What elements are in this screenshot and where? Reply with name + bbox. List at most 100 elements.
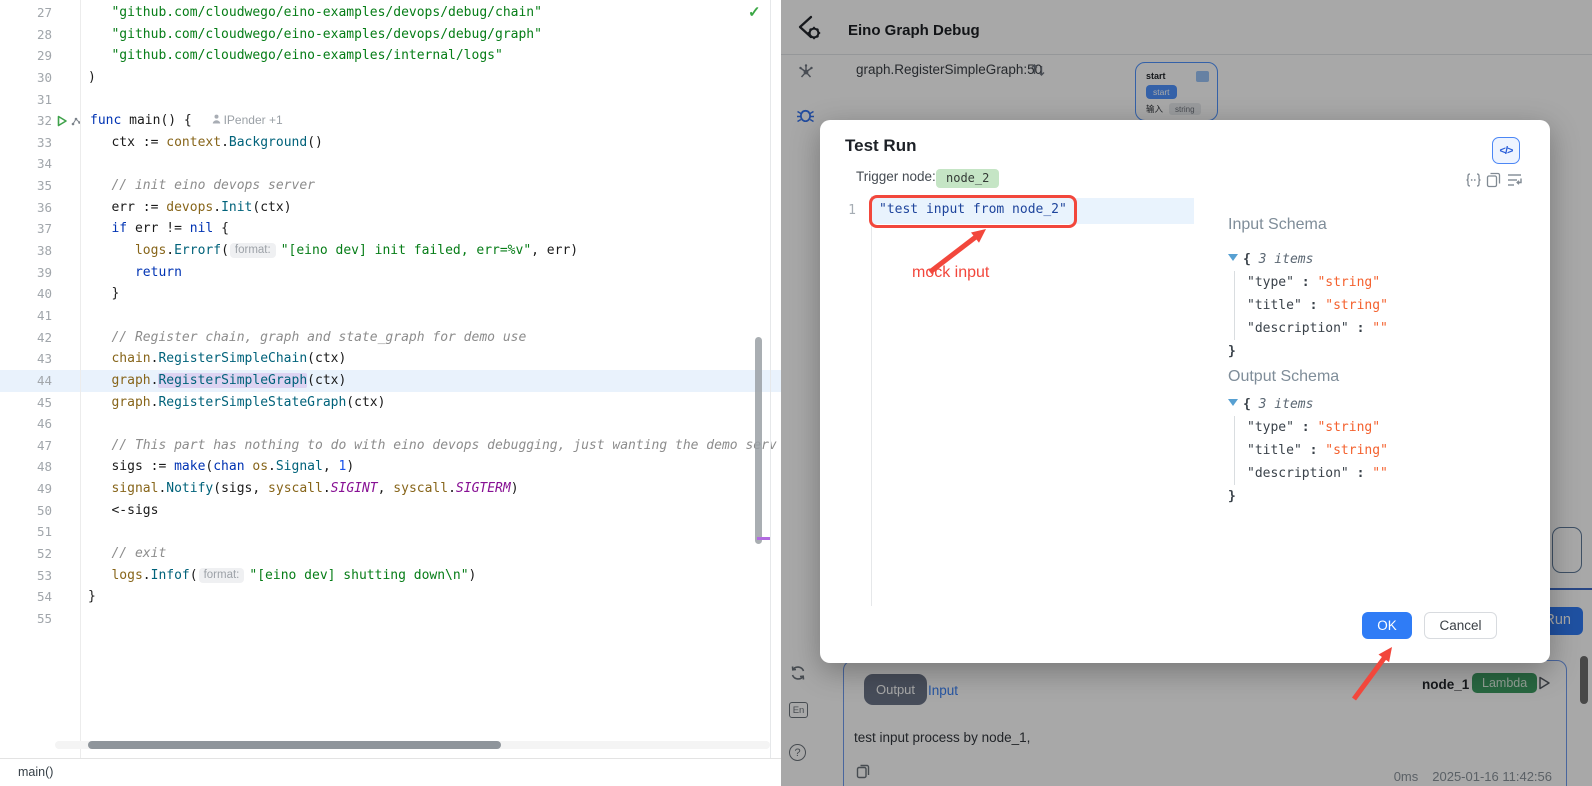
code-line: 52 // exit [0, 543, 781, 565]
line-number: 45 [0, 392, 52, 414]
collapse-arrow-icon[interactable] [1228, 254, 1238, 261]
copy-icon[interactable] [1486, 172, 1501, 188]
line-number: 40 [0, 283, 52, 305]
code-line: 48 sigs := make(chan os.Signal, 1) [0, 456, 781, 478]
code-line: 27 "github.com/cloudwego/eino-examples/d… [0, 2, 781, 24]
schema-field: "type" : "string" [1247, 416, 1528, 439]
scrollbar-marker [757, 537, 770, 540]
code-lines: 27 "github.com/cloudwego/eino-examples/d… [0, 2, 781, 630]
code-line: 30) [0, 67, 781, 89]
line-number: 41 [0, 305, 52, 327]
line-number: 36 [0, 197, 52, 219]
code-line: 37 if err != nil { [0, 218, 781, 240]
code-line: 55 [0, 608, 781, 630]
mock-input-code[interactable]: "test input from node_2" [879, 202, 1067, 217]
line-number: 54 [0, 586, 52, 608]
line-number: 47 [0, 435, 52, 457]
line-number: 43 [0, 348, 52, 370]
line-number: 53 [0, 565, 52, 587]
editor-vertical-scrollbar[interactable] [755, 337, 762, 544]
code-line: 33 ctx := context.Background() [0, 132, 781, 154]
line-number: 48 [0, 456, 52, 478]
inspection-check-icon[interactable]: ✓ [748, 3, 761, 21]
schema-field: "type" : "string" [1247, 271, 1528, 294]
code-line: 49 signal.Notify(sigs, syscall.SIGINT, s… [0, 478, 781, 500]
code-line: 54} [0, 586, 781, 608]
line-number: 46 [0, 413, 52, 435]
code-line: 29 "github.com/cloudwego/eino-examples/i… [0, 45, 781, 67]
line-number: 37 [0, 218, 52, 240]
code-line: 43 chain.RegisterSimpleChain(ctx) [0, 348, 781, 370]
dialog-title: Test Run [845, 136, 916, 156]
line-number: 32 [0, 110, 52, 132]
line-number: 49 [0, 478, 52, 500]
line-number: 50 [0, 500, 52, 522]
line-number: 28 [0, 24, 52, 46]
code-line: 41 [0, 305, 781, 327]
input-schema-title: Input Schema [1228, 216, 1528, 234]
line-number: 30 [0, 67, 52, 89]
line-number: 52 [0, 543, 52, 565]
line-number: 29 [0, 45, 52, 67]
editor-horizontal-scrollbar-thumb[interactable] [88, 741, 501, 749]
line-number: 1 [844, 203, 860, 218]
code-line: 47 // This part has nothing to do with e… [0, 435, 781, 457]
wrap-text-icon[interactable] [1506, 172, 1523, 188]
input-schema-tree[interactable]: { 3 items"type" : "string""title" : "str… [1228, 248, 1528, 363]
gutter-divider [80, 0, 81, 758]
code-line: 50 <-sigs [0, 500, 781, 522]
code-line: 46 [0, 413, 781, 435]
schema-column: Input Schema { 3 items"type" : "string""… [1228, 208, 1528, 508]
code-line: 36 err := devops.Init(ctx) [0, 197, 781, 219]
collapse-arrow-icon[interactable] [1228, 399, 1238, 406]
ok-button[interactable]: OK [1362, 612, 1412, 639]
braces-icon[interactable] [1465, 172, 1482, 188]
pane-divider [770, 0, 771, 758]
code-line: 34 [0, 153, 781, 175]
line-number: 35 [0, 175, 52, 197]
code-line: 38 logs.Errorf(format:"[eino dev] init f… [0, 240, 781, 262]
cancel-button[interactable]: Cancel [1424, 612, 1497, 639]
test-run-dialog: Test Run </> Trigger node: node_2 1 "tes… [820, 120, 1550, 663]
eino-debug-panel: Eino Graph Debug graph.RegisterSimpleGra… [781, 0, 1592, 786]
output-schema-tree[interactable]: { 3 items"type" : "string""title" : "str… [1228, 393, 1528, 508]
line-number: 39 [0, 262, 52, 284]
schema-field: "description" : "" [1247, 317, 1528, 340]
code-line: 39 return [0, 262, 781, 284]
schema-field: "title" : "string" [1247, 294, 1528, 317]
code-editor[interactable]: 27 "github.com/cloudwego/eino-examples/d… [0, 0, 781, 786]
parameter-hint: format: [230, 243, 276, 258]
code-line: 28 "github.com/cloudwego/eino-examples/d… [0, 24, 781, 46]
run-icon[interactable] [56, 115, 68, 127]
code-view-toggle-button[interactable]: </> [1492, 137, 1520, 164]
parameter-hint: format: [199, 568, 245, 583]
line-number: 31 [0, 89, 52, 111]
line-number: 33 [0, 132, 52, 154]
editor-statusbar: main() [0, 758, 781, 786]
line-number: 42 [0, 327, 52, 349]
line-number: 51 [0, 521, 52, 543]
line-number: 55 [0, 608, 52, 630]
code-line: 51 [0, 521, 781, 543]
code-line: 44 graph.RegisterSimpleGraph(ctx) [0, 370, 781, 392]
line-number: 44 [0, 370, 52, 392]
schema-field: "title" : "string" [1247, 439, 1528, 462]
gutter-divider [871, 196, 872, 606]
code-line: 40 } [0, 283, 781, 305]
author-hint[interactable]: IPender +1 [212, 113, 283, 127]
code-line: 32func main() { IPender +1 [0, 110, 781, 132]
author-icon [212, 114, 221, 124]
code-line: 45 graph.RegisterSimpleStateGraph(ctx) [0, 392, 781, 414]
code-line: 31 [0, 89, 781, 111]
code-line: 53 logs.Infof(format:"[eino dev] shuttin… [0, 565, 781, 587]
line-number: 27 [0, 2, 52, 24]
code-line: 42 // Register chain, graph and state_gr… [0, 327, 781, 349]
line-number: 38 [0, 240, 52, 262]
trigger-node-label: Trigger node: [856, 169, 936, 184]
output-schema-title: Output Schema [1228, 368, 1528, 386]
statusbar-context: main() [18, 765, 53, 779]
schema-field: "description" : "" [1247, 462, 1528, 485]
code-line: 35 // init eino devops server [0, 175, 781, 197]
trigger-node-tag: node_2 [936, 169, 999, 188]
line-number: 34 [0, 153, 52, 175]
